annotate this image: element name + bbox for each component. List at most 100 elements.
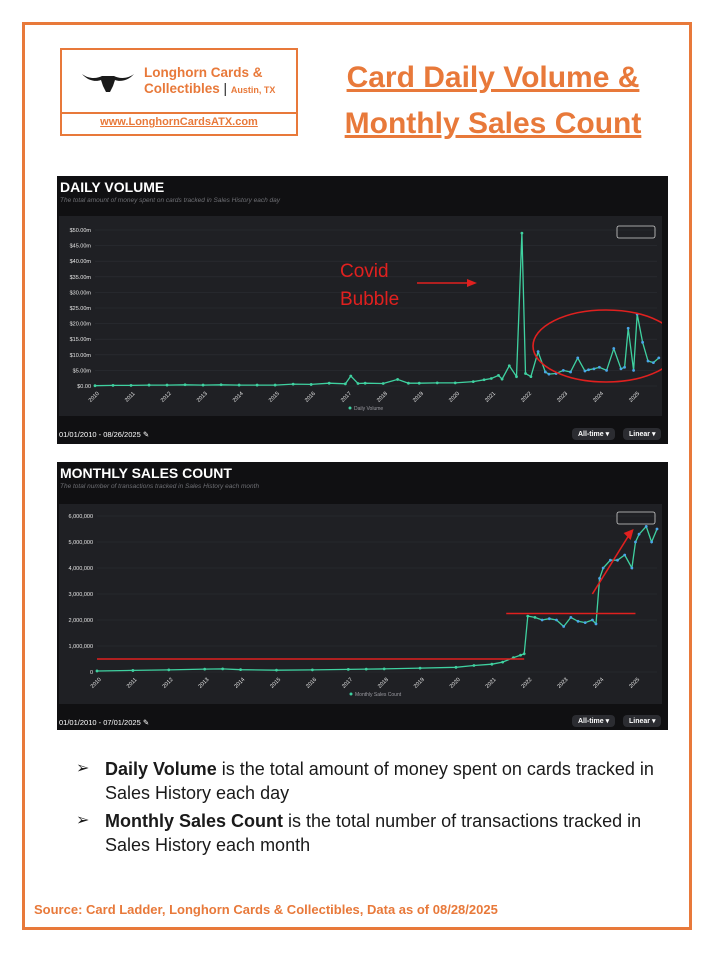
logo-url[interactable]: www.LonghornCardsATX.com <box>62 116 296 128</box>
linear-label: Linear <box>629 718 651 725</box>
data-point <box>533 616 537 619</box>
y-tick-label: $0.00 <box>77 384 91 390</box>
data-point <box>346 668 350 671</box>
data-point <box>273 383 277 387</box>
data-point <box>364 667 368 671</box>
y-tick-label: $5.00m <box>73 368 92 374</box>
data-point <box>472 664 476 667</box>
data-point <box>576 619 580 623</box>
x-tick-label: 2017 <box>340 391 353 404</box>
logo-name-line1: Longhorn Cards & <box>144 65 263 80</box>
monthly-sales-panel: MONTHLY SALES COUNT The total number of … <box>57 462 668 730</box>
chevron-down-icon: ▾ <box>605 431 610 438</box>
chevron-down-icon: ▾ <box>605 718 610 725</box>
all-time-dropdown[interactable]: All-time ▾ <box>572 428 616 440</box>
x-tick-label: 2017 <box>341 677 354 690</box>
growth-arrowhead <box>623 529 634 540</box>
legend-label: Daily Volume <box>354 406 383 412</box>
all-time-dropdown[interactable]: All-time ▾ <box>572 715 616 727</box>
monthly-sales-date-range[interactable]: 01/01/2010 - 07/01/2025 ✎ <box>59 718 149 727</box>
x-tick-label: 2015 <box>269 677 282 690</box>
company-logo: Longhorn Cards & Collectibles | Austin, … <box>60 48 298 136</box>
chevron-down-icon: ▾ <box>651 431 656 438</box>
x-tick-label: 2021 <box>485 677 498 690</box>
watermark-logo <box>616 225 656 239</box>
data-point <box>583 369 587 373</box>
data-point <box>327 381 331 385</box>
data-point <box>608 558 612 562</box>
data-point <box>561 369 565 372</box>
pencil-icon[interactable]: ✎ <box>143 430 149 439</box>
data-point <box>657 356 661 360</box>
x-tick-label: 2013 <box>198 677 211 690</box>
data-point <box>147 383 151 387</box>
data-point <box>616 558 619 562</box>
growth-arrow-line <box>591 533 631 595</box>
highlight-ellipse <box>532 309 680 383</box>
x-tick-label: 2015 <box>268 391 281 404</box>
data-point <box>515 375 518 379</box>
data-point <box>619 367 623 371</box>
y-tick-label: $50.00m <box>70 228 92 234</box>
linear-dropdown[interactable]: Linear ▾ <box>623 428 662 440</box>
x-tick-label: 2025 <box>628 391 641 404</box>
daily-volume-title: DAILY VOLUME <box>60 179 165 195</box>
data-point <box>547 617 551 621</box>
y-tick-label: $30.00m <box>70 290 92 296</box>
data-point <box>583 621 587 624</box>
longhorn-icon <box>82 74 134 92</box>
bullet-term: Monthly Sales Count <box>105 811 284 831</box>
y-tick-label: 6,000,000 <box>69 514 93 520</box>
daily-volume-date-range[interactable]: 01/01/2010 - 08/26/2025 ✎ <box>59 430 149 439</box>
all-time-label: All-time <box>578 431 604 438</box>
data-point <box>605 369 608 372</box>
x-tick-label: 2011 <box>124 391 137 404</box>
data-point <box>418 666 422 670</box>
data-point <box>630 566 634 570</box>
data-point <box>637 532 641 536</box>
data-point <box>291 382 295 386</box>
x-tick-label: 2023 <box>556 391 569 404</box>
linear-dropdown[interactable]: Linear ▾ <box>623 715 662 727</box>
data-point <box>597 365 601 369</box>
data-point <box>490 662 494 666</box>
data-point <box>417 381 421 385</box>
x-tick-label: 2021 <box>484 391 497 404</box>
x-tick-label: 2018 <box>377 677 390 690</box>
pencil-icon[interactable]: ✎ <box>143 718 149 727</box>
data-point <box>644 525 648 528</box>
y-tick-label: 4,000,000 <box>69 566 93 572</box>
data-point <box>651 361 655 364</box>
data-point <box>453 381 457 385</box>
data-point <box>165 383 169 387</box>
data-point <box>655 527 659 531</box>
x-tick-label: 2022 <box>521 677 534 690</box>
monthly-sales-title: MONTHLY SALES COUNT <box>60 465 232 481</box>
x-tick-label: 2024 <box>592 677 605 690</box>
source-note: Source: Card Ladder, Longhorn Cards & Co… <box>34 902 498 917</box>
x-tick-label: 2025 <box>628 677 641 690</box>
logo-name: Longhorn Cards & Collectibles | Austin, … <box>144 65 276 96</box>
data-point <box>626 326 630 330</box>
data-point <box>543 370 547 374</box>
x-tick-label: 2020 <box>448 391 461 404</box>
data-point <box>594 622 598 626</box>
covid-bubble-label: Covid <box>340 261 389 282</box>
watermark-logo <box>616 511 656 525</box>
data-point <box>500 377 504 381</box>
y-tick-label: $25.00m <box>70 306 92 312</box>
logo-divider <box>62 112 296 114</box>
data-point <box>310 668 314 672</box>
y-tick-label: 2,000,000 <box>69 618 93 624</box>
data-point <box>381 382 385 385</box>
data-point <box>471 380 475 384</box>
data-point <box>547 372 551 376</box>
page-title: Card Daily Volume & Monthly Sales Count <box>312 55 674 147</box>
x-tick-label: 2010 <box>90 677 103 690</box>
data-point <box>201 383 205 387</box>
data-point <box>507 364 511 368</box>
x-tick-label: 2019 <box>413 677 426 690</box>
data-point <box>650 540 654 544</box>
daily-volume-chart-area: $0.00 $5.00m $10.00m $15.00m $20.00m $25.00m $… <box>59 216 680 416</box>
x-tick-label: 2020 <box>449 677 462 690</box>
